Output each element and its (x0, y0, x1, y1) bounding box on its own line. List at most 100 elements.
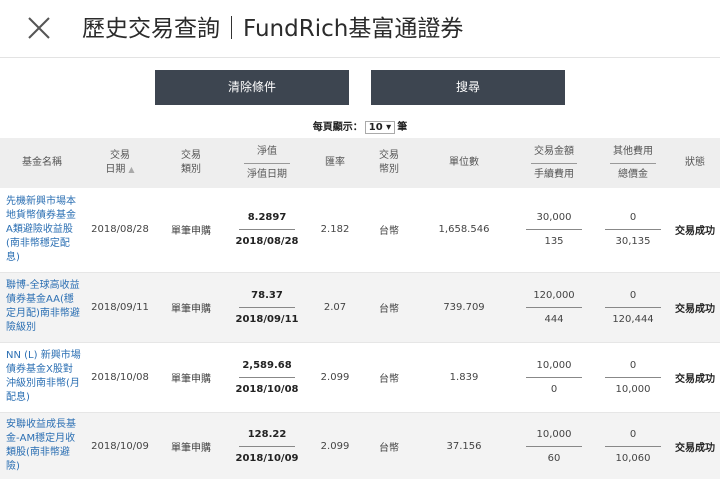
col-trade-date[interactable]: 交易日期 ▲ (84, 138, 156, 188)
nav-date: 2018/08/28 (235, 236, 299, 248)
header-divider (610, 162, 656, 164)
fx-rate: 2.182 (320, 224, 350, 236)
col-nav-line2: 淨值日期 (247, 168, 287, 180)
status-text: 交易成功 (675, 373, 715, 385)
fx-rate: 2.07 (323, 301, 347, 313)
clear-filters-button[interactable]: 清除條件 (155, 70, 349, 105)
units: 1.839 (449, 371, 479, 383)
amount-cell: 120,000 444 (512, 272, 596, 342)
cell-divider (526, 445, 582, 447)
transaction-table: 基金名稱 交易日期 ▲ 交易類別 淨值 淨值日期 匯率 交易 幣別 單位數 交易金額手… (0, 138, 720, 479)
nav-date: 2018/10/09 (235, 452, 299, 464)
other-fee: 0 (629, 289, 637, 301)
page-title: 歷史交易查詢｜FundRich基富通證券 (82, 16, 464, 42)
trade-type: 單筆申購 (171, 442, 211, 454)
amount-cell: 10,000 0 (512, 342, 596, 412)
top-bar: 歷史交易查詢｜FundRich基富通證券 (0, 0, 720, 58)
page-size-label: 每頁顯示： (312, 122, 363, 133)
fx-rate: 2.099 (320, 440, 350, 452)
header-divider (531, 162, 577, 164)
nav-cell: 78.37 2018/09/11 (226, 272, 308, 342)
cell-divider (239, 376, 295, 378)
col-other-line1: 其他費用 (613, 145, 653, 157)
currency: 台幣 (379, 226, 399, 238)
nav-value: 128.22 (247, 428, 287, 440)
col-trade-date-line2: 日期 (105, 164, 126, 175)
nav-value: 8.2897 (247, 212, 287, 224)
cell-divider (239, 445, 295, 447)
trade-amount: 10,000 (536, 428, 572, 440)
cell-divider (605, 445, 661, 447)
col-trade-type[interactable]: 交易 類別 (156, 138, 226, 188)
col-other-fee[interactable]: 其他費用 總價金 (596, 138, 670, 188)
cell-divider (239, 306, 295, 308)
fund-name-link[interactable]: 聯博-全球高收益債券基金AA(穩定月配)南非幣避險級別 (0, 272, 84, 342)
cell-divider (526, 229, 582, 231)
other-cell: 0 120,444 (596, 272, 670, 342)
trade-amount: 10,000 (536, 359, 572, 371)
col-trade-type-line2: 類別 (181, 164, 201, 175)
status-text: 交易成功 (675, 226, 715, 238)
nav-cell: 2,589.68 2018/10/08 (226, 342, 308, 412)
col-currency[interactable]: 交易 幣別 (362, 138, 416, 188)
other-cell: 0 10,000 (596, 342, 670, 412)
fx-rate: 2.099 (320, 371, 350, 383)
units: 37.156 (446, 440, 482, 452)
col-fund-name[interactable]: 基金名稱 (0, 138, 84, 188)
table-row: NN (L) 新興市場債券基金X股對沖級別南非幣(月配息) 2018/10/08 單… (0, 342, 720, 412)
total-price: 10,000 (615, 383, 651, 395)
table-row: 聯博-全球高收益債券基金AA(穩定月配)南非幣避險級別 2018/09/11 單筆申… (0, 272, 720, 342)
trade-type: 單筆申購 (171, 303, 211, 315)
units: 739.709 (443, 301, 485, 313)
amount-cell: 10,000 60 (512, 412, 596, 479)
col-amount-line2: 手續費用 (534, 168, 574, 180)
status-text: 交易成功 (675, 303, 715, 315)
other-cell: 0 10,060 (596, 412, 670, 479)
nav-value: 78.37 (251, 289, 283, 301)
units: 1,658.546 (438, 224, 490, 236)
total-price: 10,060 (615, 452, 651, 464)
status-text: 交易成功 (675, 442, 715, 454)
amount-cell: 30,000 135 (512, 188, 596, 272)
cell-divider (605, 376, 661, 378)
sort-asc-icon[interactable]: ▲ (128, 165, 134, 174)
currency: 台幣 (379, 442, 399, 454)
currency: 台幣 (379, 303, 399, 315)
currency: 台幣 (379, 373, 399, 385)
close-icon (28, 17, 50, 39)
cell-divider (239, 229, 295, 231)
fund-name-link[interactable]: 先機新興市場本地貨幣債券基金A類避險收益股(南非幣穩定配息) (0, 188, 84, 272)
search-button[interactable]: 搜尋 (371, 70, 565, 105)
total-price: 120,444 (612, 313, 654, 325)
col-amount-line1: 交易金額 (534, 145, 574, 157)
handling-fee: 0 (550, 383, 558, 395)
nav-cell: 8.2897 2018/08/28 (226, 188, 308, 272)
close-button[interactable] (26, 15, 52, 41)
table-header-row: 基金名稱 交易日期 ▲ 交易類別 淨值 淨值日期 匯率 交易 幣別 單位數 交易金額手… (0, 138, 720, 188)
nav-date: 2018/09/11 (235, 313, 299, 325)
trade-type: 單筆申購 (171, 373, 211, 385)
col-nav[interactable]: 淨值 淨值日期 (226, 138, 308, 188)
nav-cell: 128.22 2018/10/09 (226, 412, 308, 479)
trade-date: 2018/09/11 (91, 301, 149, 313)
fund-name-link[interactable]: 安聯收益成長基金-AM穩定月收類股(南非幣避險) (0, 412, 84, 479)
nav-date: 2018/10/08 (235, 383, 299, 395)
other-fee: 0 (629, 428, 637, 440)
col-amount[interactable]: 交易金額 手續費用 (512, 138, 596, 188)
cell-divider (526, 376, 582, 378)
col-currency-line2: 幣別 (379, 164, 399, 175)
trade-date: 2018/08/28 (91, 224, 149, 236)
handling-fee: 444 (544, 313, 564, 325)
page-size-select[interactable]: 10 ▾ (364, 121, 396, 134)
total-price: 30,135 (615, 236, 651, 248)
col-units[interactable]: 單位數 (416, 138, 512, 188)
fund-name-link[interactable]: NN (L) 新興市場債券基金X股對沖級別南非幣(月配息) (0, 342, 84, 412)
page-size-suffix: 筆 (397, 122, 408, 133)
handling-fee: 135 (544, 236, 564, 248)
trade-amount: 120,000 (533, 289, 575, 301)
col-trade-date-line1: 交易 (110, 150, 130, 161)
trade-type: 單筆申購 (171, 226, 211, 238)
other-fee: 0 (629, 212, 637, 224)
col-trade-type-line1: 交易 (181, 150, 201, 161)
col-fx-rate[interactable]: 匯率 (308, 138, 362, 188)
